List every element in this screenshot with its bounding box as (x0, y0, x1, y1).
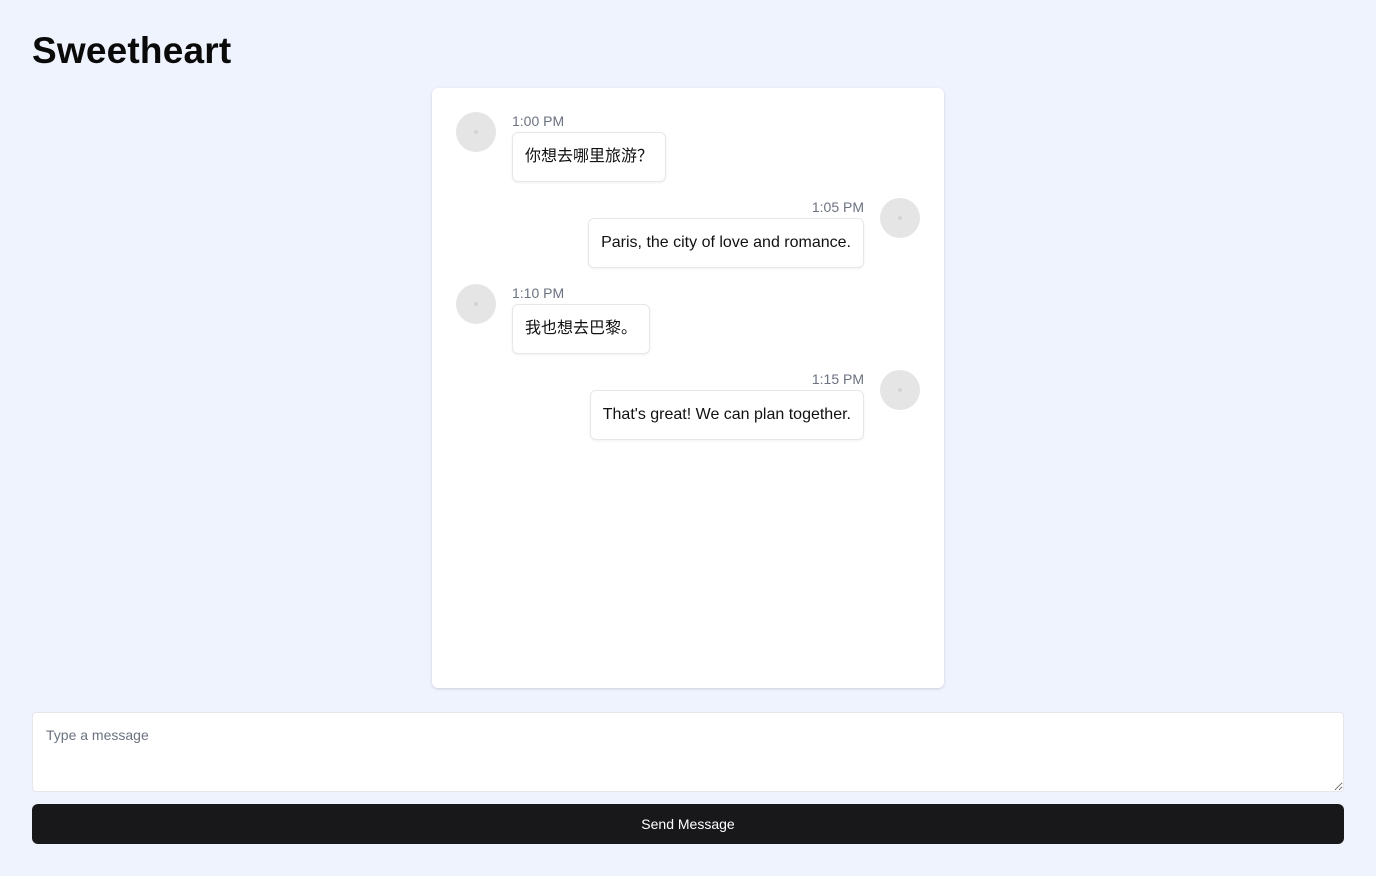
send-message-button[interactable]: Send Message (32, 804, 1344, 844)
message-item: 1:10 PM 我也想去巴黎。 (432, 260, 944, 360)
message-timestamp: 1:15 PM (811, 371, 864, 387)
chat-panel[interactable]: 1:00 PM 你想去哪里旅游？ 1:05 PM Paris, the city… (432, 88, 944, 688)
avatar (880, 198, 920, 238)
message-item: 1:05 PM Paris, the city of love and roma… (432, 174, 944, 274)
message-item: 1:00 PM 你想去哪里旅游？ (432, 88, 944, 188)
message-timestamp: 1:10 PM (512, 285, 565, 301)
message-timestamp: 1:00 PM (512, 113, 565, 129)
avatar (880, 370, 920, 410)
message-input[interactable] (32, 712, 1344, 792)
avatar (456, 284, 496, 324)
message-bubble: That's great! We can plan together. (589, 390, 864, 440)
avatar (456, 112, 496, 152)
page-title: Sweetheart (32, 30, 232, 71)
message-item: 1:15 PM That's great! We can plan togeth… (432, 346, 944, 446)
message-timestamp: 1:05 PM (811, 199, 864, 215)
